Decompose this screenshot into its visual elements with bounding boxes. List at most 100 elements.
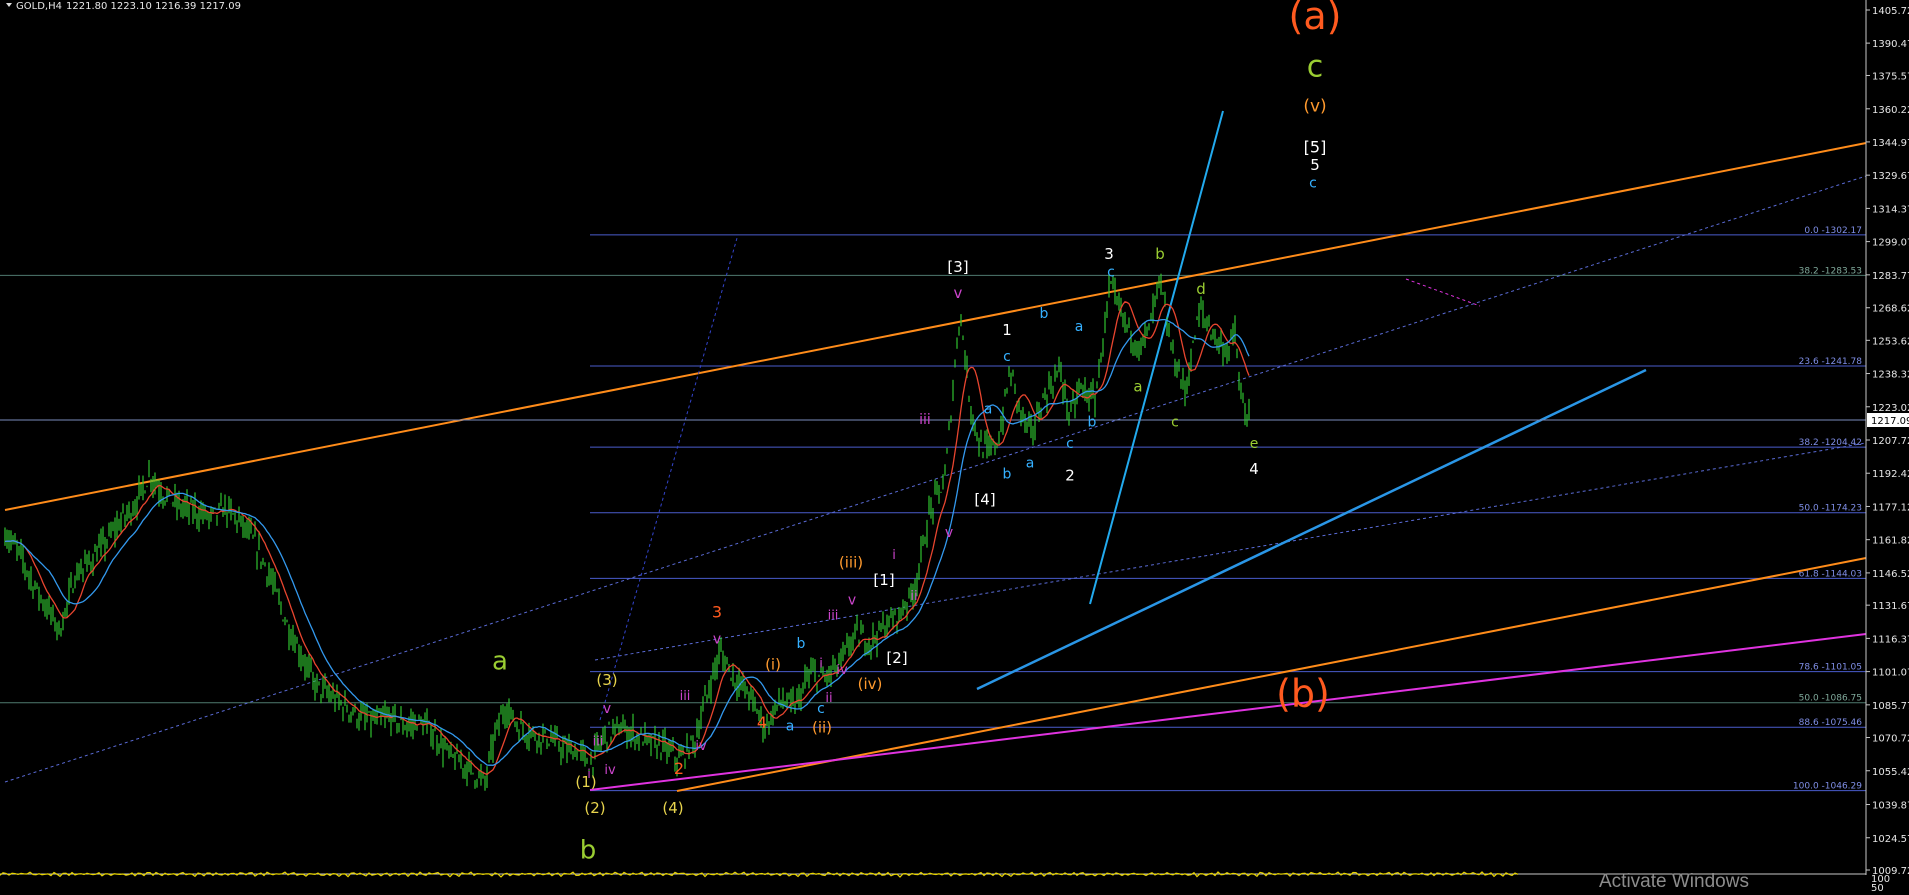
- wave-label: 5: [1310, 156, 1320, 174]
- windows-activation-watermark: Activate Windows: [1599, 871, 1749, 891]
- price-tick-label: 1360.22: [1872, 105, 1909, 116]
- wave-label: b: [580, 836, 597, 866]
- price-tick-label: 1024.57: [1872, 834, 1909, 845]
- wave-label: ii: [825, 691, 832, 706]
- wave-label: (iii): [839, 554, 863, 572]
- wave-label: b: [1003, 466, 1012, 482]
- price-tick-label: 1405.72: [1872, 6, 1909, 17]
- wave-label: c: [1003, 349, 1011, 365]
- wave-label: [4]: [974, 491, 995, 509]
- price-tick-label: 1070.72: [1872, 734, 1909, 745]
- wave-label: a: [984, 401, 993, 417]
- wave-label: 3: [712, 602, 722, 621]
- chart-background: [0, 0, 1909, 891]
- price-tick-label: 1101.07: [1872, 668, 1909, 679]
- wave-label: 2: [1065, 467, 1075, 485]
- wave-label: d: [1196, 280, 1206, 298]
- fib-level-label: 61.8 -1144.03: [1799, 569, 1862, 579]
- wave-label: v: [954, 284, 963, 302]
- wave-label: [1]: [873, 571, 894, 589]
- wave-label: a: [492, 647, 508, 677]
- wave-label: b: [1088, 414, 1097, 430]
- price-chart-svg[interactable]: GOLD,H4 1221.80 1223.10 1216.39 1217.09 …: [0, 0, 1909, 894]
- wave-label: 3: [1104, 245, 1114, 263]
- price-tick-label: 1299.07: [1872, 238, 1909, 249]
- price-tick-label: 1223.02: [1872, 403, 1909, 414]
- wave-label: i: [819, 656, 823, 671]
- wave-label: (ii): [812, 719, 832, 737]
- wave-label: c: [1107, 265, 1115, 281]
- symbol-label: GOLD,H4: [16, 1, 62, 12]
- wave-label: b: [1155, 245, 1165, 263]
- wave-label: iii: [919, 412, 931, 428]
- wave-label: b: [1040, 306, 1049, 322]
- wave-label: iv: [836, 663, 848, 678]
- wave-label: iv: [695, 739, 707, 754]
- price-tick-label: 1238.32: [1872, 370, 1909, 381]
- price-tick-label: 1344.97: [1872, 138, 1909, 149]
- price-tick-label: 1055.42: [1872, 767, 1909, 778]
- fib-level-label: 38.2 -1283.53: [1799, 266, 1862, 276]
- wave-label: 4: [1249, 460, 1259, 478]
- wave-label: [3]: [947, 258, 968, 276]
- wave-label: v: [848, 592, 856, 608]
- rsi-axis-0: 50: [1871, 883, 1884, 891]
- wave-label: b: [797, 636, 806, 652]
- price-tick-label: 1085.77: [1872, 701, 1909, 712]
- wave-label: (3): [596, 671, 617, 689]
- wave-label: i: [587, 767, 590, 781]
- price-tick-label: 1207.72: [1872, 436, 1909, 447]
- wave-label: (v): [1303, 96, 1326, 116]
- wave-label: iii: [593, 735, 604, 750]
- wave-label: c: [1066, 436, 1074, 452]
- wave-label: [5]: [1304, 138, 1327, 157]
- wave-label: a: [786, 718, 795, 734]
- wave-label: 1: [1002, 321, 1012, 339]
- wave-label: v: [603, 701, 611, 717]
- wave-label: (iv): [858, 675, 883, 693]
- wave-label: a: [1026, 456, 1035, 472]
- wave-label: a: [1075, 319, 1084, 335]
- wave-label: c: [1309, 175, 1317, 191]
- fib-level-label: 88.6 -1075.46: [1799, 718, 1863, 728]
- price-tick-label: 1131.67: [1872, 601, 1909, 612]
- price-tick-label: 1390.47: [1872, 39, 1909, 50]
- price-tick-label: 1039.87: [1872, 801, 1909, 812]
- wave-label: (1): [575, 773, 596, 791]
- fib-level-label: 100.0 -1046.29: [1793, 782, 1862, 792]
- fib-level-label: 78.6 -1101.05: [1799, 663, 1862, 673]
- price-tick-label: 1116.37: [1872, 634, 1909, 645]
- chart: GOLD,H4 1221.80 1223.10 1216.39 1217.09 …: [0, 0, 1909, 894]
- price-tick-label: 1375.57: [1872, 71, 1909, 82]
- wave-label: v: [713, 632, 721, 648]
- price-tick-label: 1146.52: [1872, 569, 1909, 580]
- wave-label: a: [1133, 378, 1142, 396]
- wave-label: c: [1171, 414, 1179, 430]
- fib-level-label: 38.2 -1204.42: [1799, 438, 1862, 448]
- price-tick-label: 1329.67: [1872, 171, 1909, 182]
- last-price-tag: 1217.09: [1871, 416, 1909, 427]
- price-tick-label: 1192.42: [1872, 469, 1909, 480]
- wave-label: i: [892, 548, 896, 563]
- fib-level-label: 50.0 -1174.23: [1799, 504, 1862, 514]
- ohlc-readout: 1221.80 1223.10 1216.39 1217.09: [66, 1, 241, 12]
- wave-label: (i): [765, 656, 781, 674]
- price-tick-label: 1283.77: [1872, 271, 1909, 282]
- wave-label: (2): [584, 799, 605, 817]
- wave-label: 2: [674, 759, 684, 778]
- wave-label: iv: [604, 763, 616, 778]
- wave-label: [2]: [886, 649, 907, 667]
- wave-label: iii: [680, 689, 691, 704]
- fib-level-label: 0.0 -1302.17: [1804, 226, 1862, 236]
- price-tick-label: 1177.12: [1872, 502, 1909, 513]
- price-tick-label: 1253.62: [1872, 336, 1909, 347]
- wave-label: ii: [910, 589, 917, 604]
- price-tick-label: 1268.62: [1872, 304, 1909, 315]
- wave-label: (4): [662, 799, 683, 817]
- wave-label: c: [1307, 50, 1324, 85]
- wave-label: e: [1250, 436, 1259, 452]
- wave-label: (b): [1276, 672, 1330, 716]
- wave-label: (a): [1289, 0, 1342, 38]
- wave-label: iii: [828, 609, 839, 624]
- price-tick-label: 1161.82: [1872, 536, 1909, 547]
